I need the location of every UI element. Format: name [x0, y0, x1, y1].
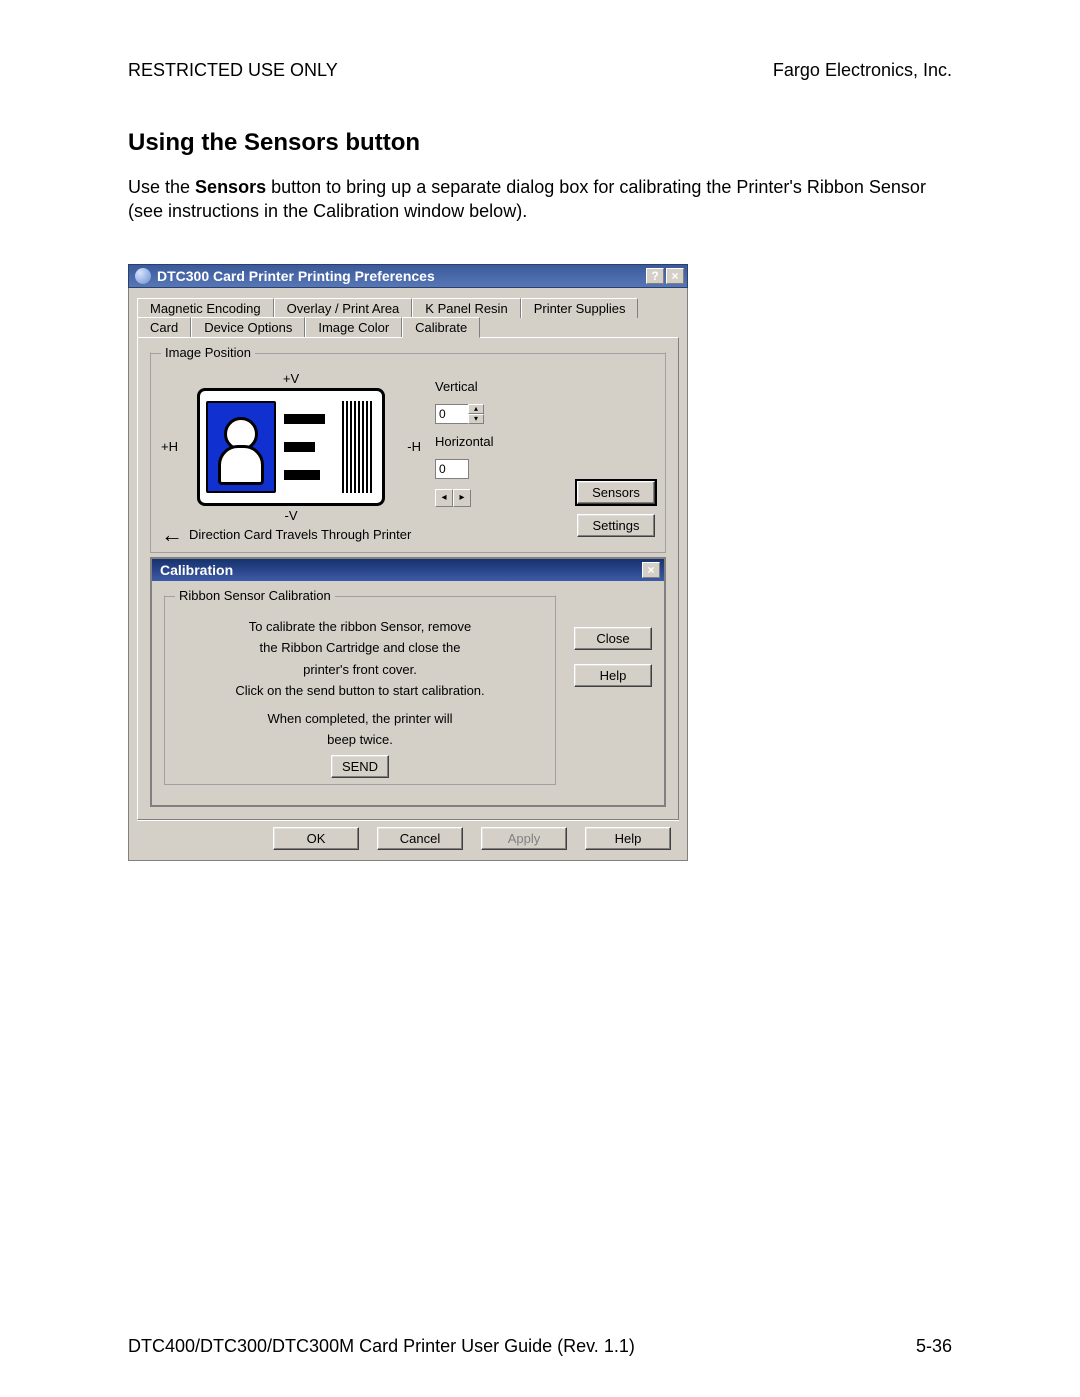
send-button[interactable]: SEND	[331, 755, 389, 778]
minus-h-label: -H	[401, 439, 421, 454]
ribbon-sensor-group: Ribbon Sensor Calibration To calibrate t…	[164, 595, 556, 785]
scroll-left-icon[interactable]: ◂	[435, 489, 453, 507]
tab-k-panel-resin[interactable]: K Panel Resin	[412, 298, 520, 318]
body-bold: Sensors	[195, 177, 266, 197]
help-button[interactable]: ?	[646, 268, 664, 284]
calibration-dialog: Calibration × Ribbon Sensor Calibration …	[150, 557, 666, 807]
plus-h-label: +H	[161, 439, 181, 454]
cal-line1: To calibrate the ribbon Sensor, remove	[175, 618, 545, 636]
calibration-close-btn[interactable]: Close	[574, 627, 652, 650]
close-button[interactable]: ×	[666, 268, 684, 284]
app-icon	[135, 268, 151, 284]
tab-printer-supplies[interactable]: Printer Supplies	[521, 298, 639, 318]
apply-button[interactable]: Apply	[481, 827, 567, 850]
image-position-legend: Image Position	[161, 345, 255, 360]
ok-button[interactable]: OK	[273, 827, 359, 850]
dialog-title: DTC300 Card Printer Printing Preferences	[157, 268, 435, 284]
footer-left: DTC400/DTC300/DTC300M Card Printer User …	[128, 1336, 635, 1357]
vertical-up-icon[interactable]: ▴	[468, 404, 484, 414]
body-paragraph: Use the Sensors button to bring up a sep…	[128, 175, 952, 224]
vertical-label: Vertical	[435, 379, 494, 394]
tab-calibrate[interactable]: Calibrate	[402, 317, 480, 338]
tab-magnetic-encoding[interactable]: Magnetic Encoding	[137, 298, 274, 318]
body-pre: Use the	[128, 177, 195, 197]
plus-v-label: +V	[161, 371, 421, 386]
calibrate-panel: Image Position +V +H	[137, 337, 679, 820]
footer-right: 5-36	[916, 1336, 952, 1357]
minus-v-label: -V	[161, 508, 421, 523]
horizontal-input[interactable]	[435, 459, 469, 479]
text-lines-icon	[282, 391, 342, 503]
dialog-help-button[interactable]: Help	[585, 827, 671, 850]
sensors-button[interactable]: Sensors	[577, 481, 655, 504]
calibration-title: Calibration	[160, 562, 233, 578]
arrow-left-icon: ←	[161, 529, 183, 540]
horizontal-scroller[interactable]: ◂ ▸	[435, 489, 494, 507]
tab-device-options[interactable]: Device Options	[191, 317, 305, 338]
preferences-dialog: DTC300 Card Printer Printing Preferences…	[128, 264, 688, 861]
horizontal-label: Horizontal	[435, 434, 494, 449]
cancel-button[interactable]: Cancel	[377, 827, 463, 850]
direction-label: Direction Card Travels Through Printer	[189, 527, 411, 542]
calibration-close-button[interactable]: ×	[642, 562, 660, 578]
calibration-titlebar[interactable]: Calibration ×	[152, 559, 664, 581]
tab-image-color[interactable]: Image Color	[305, 317, 402, 338]
horizontal-input-wrap	[435, 459, 494, 479]
cal-line5: When completed, the printer will	[175, 710, 545, 728]
calibration-help-btn[interactable]: Help	[574, 664, 652, 687]
titlebar[interactable]: DTC300 Card Printer Printing Preferences…	[128, 264, 688, 288]
cal-line4: Click on the send button to start calibr…	[175, 682, 545, 700]
scroll-right-icon[interactable]: ▸	[453, 489, 471, 507]
restricted-header: RESTRICTED USE ONLY	[128, 60, 338, 81]
cal-line2: the Ribbon Cartridge and close the	[175, 639, 545, 657]
section-title: Using the Sensors button	[128, 129, 952, 157]
tab-card[interactable]: Card	[137, 317, 191, 338]
tab-overlay-print-area[interactable]: Overlay / Print Area	[274, 298, 413, 318]
calibration-text: To calibrate the ribbon Sensor, remove t…	[175, 618, 545, 749]
vertical-down-icon[interactable]: ▾	[468, 414, 484, 424]
vertical-input[interactable]	[435, 404, 469, 424]
portrait-icon	[206, 401, 276, 493]
image-position-group: Image Position +V +H	[150, 352, 666, 553]
card-preview	[197, 388, 385, 506]
ribbon-sensor-legend: Ribbon Sensor Calibration	[175, 588, 335, 603]
cal-line3: printer's front cover.	[175, 661, 545, 679]
cal-line6: beep twice.	[175, 731, 545, 749]
company-header: Fargo Electronics, Inc.	[773, 60, 952, 81]
vertical-spinner[interactable]: ▴ ▾	[435, 404, 494, 424]
settings-button[interactable]: Settings	[577, 514, 655, 537]
barcode-icon	[342, 401, 372, 493]
